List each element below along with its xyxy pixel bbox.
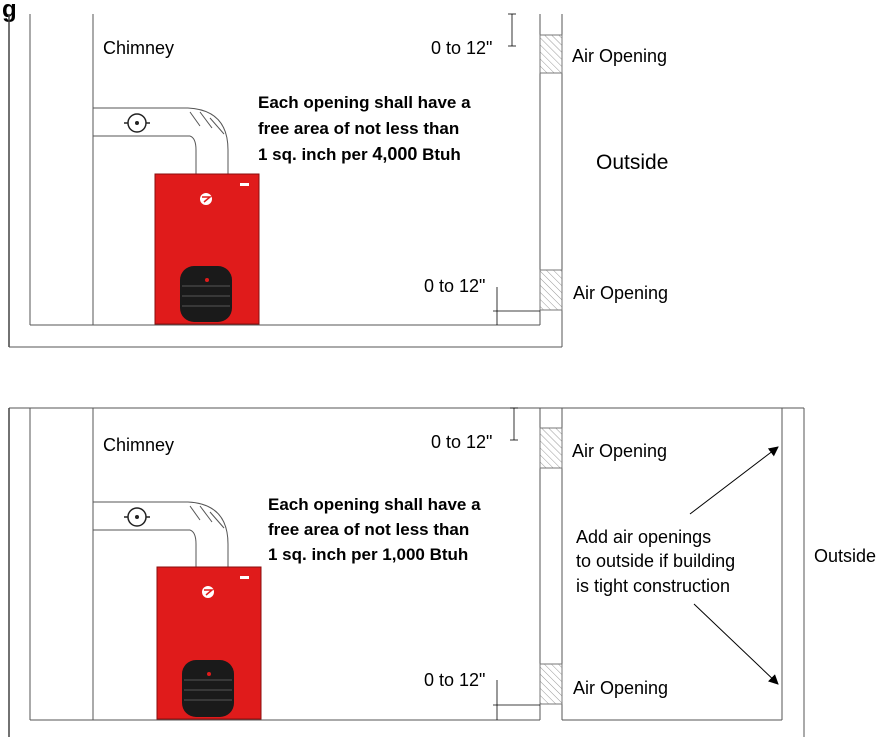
clearance-bottom-label: 0 to 12"	[424, 670, 485, 690]
panel-1: Chimney 0 to 12" 0 to 12" Air Opening Ai…	[8, 13, 668, 348]
clearance-dimension-top	[510, 407, 518, 441]
arrow-to-top-opening	[689, 446, 779, 515]
note-line-1: Add air openings	[576, 527, 711, 547]
clearance-top-label: 0 to 12"	[431, 38, 492, 58]
flue-pipe	[93, 107, 229, 175]
clearance-dimension-bottom	[493, 287, 540, 325]
clearance-top-label: 0 to 12"	[431, 432, 492, 452]
cleanout-icon	[124, 507, 150, 527]
requirement-line-2: free area of not less than	[258, 119, 459, 138]
cleanout-icon	[124, 113, 150, 133]
combustion-air-diagram: g Chimney 0 to 12" 0 to 12" Air Opening …	[2, 0, 876, 737]
air-opening-vent-top	[539, 34, 563, 74]
clearance-dimension-bottom	[493, 680, 540, 720]
outside-label: Outside	[814, 546, 876, 566]
clearance-dimension-top	[508, 13, 516, 47]
air-opening-vent-top	[539, 427, 563, 469]
outside-label: Outside	[596, 151, 668, 174]
boiler-illustration	[156, 566, 262, 720]
chimney-label: Chimney	[103, 435, 174, 455]
note-line-2: to outside if building	[576, 551, 735, 571]
flue-pipe	[93, 501, 229, 568]
air-opening-top-label: Air Opening	[572, 441, 667, 461]
note-line-3: is tight construction	[576, 576, 730, 596]
boiler-illustration	[154, 173, 260, 325]
air-opening-top-label: Air Opening	[572, 46, 667, 66]
air-opening-bottom-label: Air Opening	[573, 678, 668, 698]
air-opening-vent-bottom	[539, 269, 563, 311]
air-opening-vent-bottom	[539, 663, 563, 705]
requirement-line-2: free area of not less than	[268, 520, 469, 539]
requirement-line-3: 1 sq. inch per 4,000 Btuh	[258, 144, 461, 164]
requirement-line-1: Each opening shall have a	[268, 495, 481, 514]
requirement-line-1: Each opening shall have a	[258, 93, 471, 112]
requirement-line-3: 1 sq. inch per 1,000 Btuh	[268, 545, 468, 564]
chimney-label: Chimney	[103, 38, 174, 58]
panel-2: Chimney 0 to 12" 0 to 12" Air Opening Ai…	[8, 407, 876, 737]
arrow-to-bottom-opening	[693, 603, 779, 685]
air-opening-bottom-label: Air Opening	[573, 283, 668, 303]
clearance-bottom-label: 0 to 12"	[424, 276, 485, 296]
